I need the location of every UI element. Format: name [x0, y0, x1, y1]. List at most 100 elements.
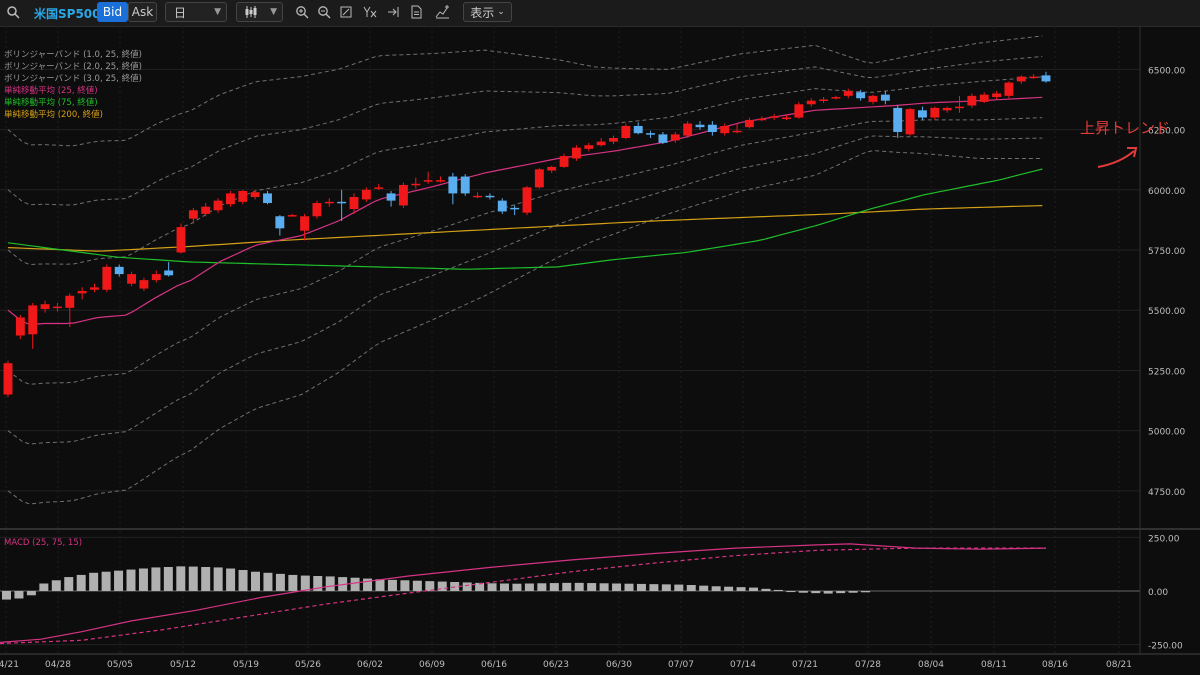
- candle-body: [238, 190, 248, 202]
- macd-histogram-bar: [649, 584, 659, 591]
- fit-screen-icon[interactable]: [337, 3, 355, 21]
- candle-body: [28, 305, 38, 335]
- macd-histogram-bar: [138, 568, 148, 591]
- macd-histogram-bar: [275, 573, 285, 591]
- candle-body: [1041, 75, 1051, 82]
- y-tick-label: 6500.00: [1148, 66, 1185, 76]
- macd-histogram-bar: [848, 591, 858, 593]
- candle-body: [114, 266, 124, 275]
- candle-body: [127, 274, 137, 284]
- display-button[interactable]: 表示 ⌄: [463, 2, 512, 22]
- macd-histogram-bar: [761, 588, 771, 591]
- legend-item: 単純移動平均 (25, 終値): [4, 86, 98, 96]
- candle-body: [1004, 82, 1014, 96]
- add-indicator-icon[interactable]: [434, 3, 452, 21]
- candle-body: [880, 94, 890, 101]
- candle-body: [349, 197, 359, 210]
- candle-body: [609, 138, 618, 142]
- macd-histogram-bar: [151, 567, 161, 591]
- search-icon[interactable]: [4, 3, 22, 21]
- candle-body: [287, 215, 297, 217]
- macd-histogram-bar: [699, 585, 709, 591]
- candle-body: [188, 210, 198, 219]
- candle-body: [868, 95, 878, 102]
- period-value: 日: [174, 5, 187, 20]
- candle-body: [460, 176, 470, 194]
- candle-body: [3, 363, 13, 395]
- document-icon[interactable]: [407, 3, 425, 21]
- macd-histogram-bar: [562, 582, 572, 591]
- x-tick-label: 06/16: [481, 660, 507, 670]
- candle-body: [1029, 76, 1039, 79]
- candle-body: [559, 156, 569, 167]
- macd-histogram-bar: [325, 576, 335, 591]
- macd-histogram-bar: [188, 566, 198, 591]
- candlesticks: [3, 71, 1051, 397]
- candle-body: [732, 130, 742, 133]
- macd-histogram-bar: [798, 591, 808, 593]
- symbol-label[interactable]: 米国SP500: [34, 5, 101, 22]
- chart-type-select[interactable]: ▼: [236, 2, 283, 22]
- macd-histogram-bar: [51, 580, 61, 591]
- scroll-to-latest-icon[interactable]: [384, 3, 402, 21]
- bid-button[interactable]: Bid: [97, 2, 128, 22]
- chart-area[interactable]: 6500.006250.006000.005750.005500.005250.…: [0, 26, 1200, 675]
- candle-body: [213, 200, 223, 211]
- macd-histogram-bar: [786, 591, 796, 593]
- x-tick-label: 07/14: [730, 660, 756, 670]
- candle-body: [757, 118, 767, 121]
- zoom-in-icon[interactable]: [293, 3, 311, 21]
- macd-histogram-bar: [836, 591, 846, 594]
- zoom-out-icon[interactable]: [315, 3, 333, 21]
- grid: [0, 26, 1140, 653]
- candle-body: [324, 201, 334, 204]
- candle-body: [534, 169, 544, 188]
- x-tick-label: 05/19: [233, 660, 259, 670]
- candle-body: [596, 141, 606, 146]
- x-tick-label: 07/28: [855, 660, 881, 670]
- macd-line: [0, 543, 1047, 643]
- bollinger-band-line: [7, 135, 1043, 445]
- candle-body: [15, 317, 25, 336]
- candle-body: [176, 227, 186, 253]
- macd-histogram-bar: [163, 567, 173, 591]
- macd-histogram-bar: [39, 583, 49, 591]
- trend-annotation: 上昇トレンド: [1080, 119, 1171, 137]
- macd-histogram-bar: [686, 585, 696, 591]
- bollinger-band-line: [7, 76, 1043, 266]
- y-tick-label: 5000.00: [1148, 428, 1185, 438]
- period-select[interactable]: 日 ▼: [165, 2, 227, 22]
- candle-body: [707, 124, 717, 132]
- macd-histogram-bar: [201, 567, 211, 591]
- macd-histogram-bar: [574, 582, 584, 591]
- candle-body: [621, 125, 631, 139]
- candle-body: [782, 117, 791, 120]
- macd-histogram-bar: [524, 583, 534, 591]
- x-tick-label: 06/02: [357, 660, 383, 670]
- x-tick-label: 08/04: [918, 660, 944, 670]
- macd-histogram-bar: [587, 583, 597, 591]
- candle-body: [411, 183, 421, 186]
- x-tick-label: 06/23: [543, 660, 569, 670]
- macd-histogram-bar: [412, 580, 422, 591]
- candle-body: [720, 125, 730, 134]
- macd-histogram-bar: [636, 583, 646, 591]
- candle-body: [831, 97, 841, 99]
- macd-tick-label: -250.00: [1148, 642, 1183, 652]
- scale-icon[interactable]: [361, 3, 379, 21]
- candle-body: [856, 92, 866, 99]
- toolbar: 米国SP500 Bid Ask 日 ▼ ▼ 表示 ⌄: [0, 0, 1200, 27]
- x-tick-label: 06/30: [606, 660, 632, 670]
- candle-body: [485, 195, 495, 198]
- macd-histogram-bar: [2, 591, 11, 600]
- macd-histogram-bar: [114, 570, 124, 591]
- macd-histogram-bar: [213, 567, 223, 591]
- ask-button[interactable]: Ask: [128, 2, 157, 22]
- macd-histogram-bar: [612, 583, 622, 591]
- legend-item: 単純移動平均 (200, 終値): [4, 110, 103, 120]
- candle-body: [275, 216, 285, 229]
- candlestick-icon: [244, 5, 258, 22]
- candle-body: [510, 207, 520, 210]
- candle-body: [448, 176, 458, 194]
- candle-body: [905, 109, 915, 135]
